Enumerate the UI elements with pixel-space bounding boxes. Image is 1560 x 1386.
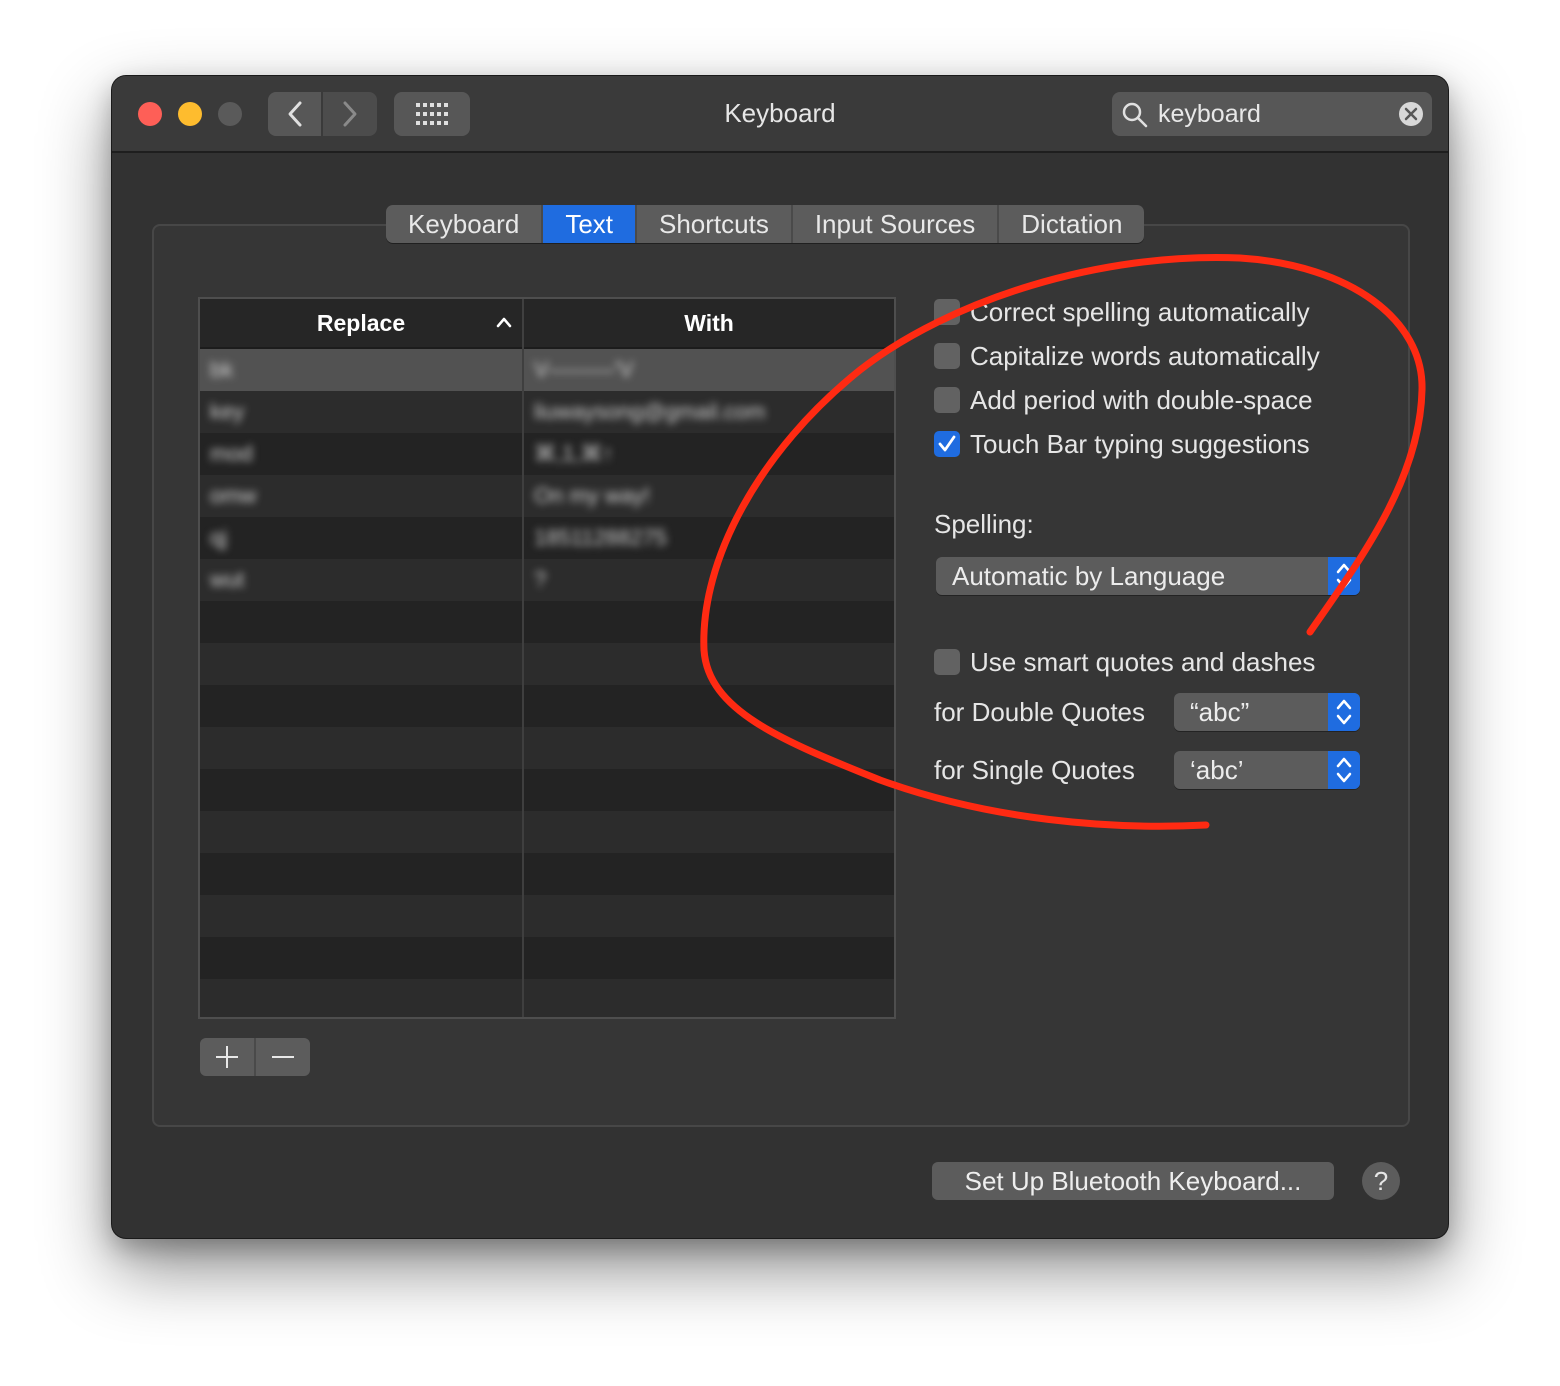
replace-cell: wut bbox=[210, 567, 245, 592]
single-quotes-label: for Single Quotes bbox=[934, 755, 1135, 785]
double-quotes-value: “abc” bbox=[1190, 697, 1250, 727]
popup-arrows bbox=[1328, 751, 1360, 789]
table-row[interactable]: key liuwaysong@gmail.com bbox=[200, 391, 894, 433]
replace-cell: bk bbox=[210, 357, 234, 382]
with-cell: On my way! bbox=[534, 483, 651, 508]
single-quotes-popup[interactable]: ‘abc’ bbox=[1174, 751, 1360, 789]
option-label: Add period with double-space bbox=[970, 384, 1313, 415]
sort-ascending-icon bbox=[496, 317, 512, 328]
up-down-chevron-icon bbox=[1336, 757, 1352, 783]
help-button[interactable]: ? bbox=[1362, 1162, 1400, 1200]
checkbox[interactable] bbox=[934, 431, 960, 457]
replace-cell: qj bbox=[210, 525, 228, 550]
empty-row bbox=[200, 601, 894, 643]
with-cell: V———'V bbox=[534, 357, 634, 382]
table-row[interactable]: omw On my way! bbox=[200, 475, 894, 517]
text-replacement-table[interactable]: Replace With bk V———'V key liuwaysong@gm… bbox=[198, 297, 896, 1019]
empty-row bbox=[200, 853, 894, 895]
with-cell: ? bbox=[534, 567, 547, 592]
with-cell: liuwaysong@gmail.com bbox=[534, 399, 766, 424]
double-quotes-label: for Double Quotes bbox=[934, 697, 1146, 727]
title-bar: Keyboard keyboard bbox=[112, 76, 1448, 153]
minus-icon bbox=[272, 1056, 294, 1058]
option-label: Capitalize words automatically bbox=[970, 340, 1320, 371]
replace-cell: omw bbox=[210, 483, 257, 508]
empty-row bbox=[200, 979, 894, 1017]
search-field[interactable]: keyboard bbox=[1112, 92, 1432, 136]
empty-row bbox=[200, 937, 894, 979]
option-label: Use smart quotes and dashes bbox=[970, 646, 1316, 677]
single-quotes-value: ‘abc’ bbox=[1190, 755, 1244, 785]
option-correct-spelling[interactable]: Correct spelling automatically bbox=[934, 296, 1310, 328]
replace-cell: key bbox=[210, 399, 245, 424]
spelling-popup-value: Automatic by Language bbox=[952, 561, 1226, 591]
option-label: Touch Bar typing suggestions bbox=[970, 428, 1310, 459]
add-remove-control bbox=[200, 1038, 310, 1076]
add-replacement-button[interactable] bbox=[200, 1038, 256, 1076]
checkbox[interactable] bbox=[934, 387, 960, 413]
search-input[interactable]: keyboard bbox=[1158, 100, 1261, 129]
empty-row bbox=[200, 811, 894, 853]
empty-row bbox=[200, 727, 894, 769]
popup-arrows bbox=[1328, 693, 1360, 731]
table-row[interactable]: qj 18511288275 bbox=[200, 517, 894, 559]
clear-search-icon[interactable] bbox=[1398, 101, 1424, 127]
setup-bluetooth-keyboard-button[interactable]: Set Up Bluetooth Keyboard... bbox=[932, 1162, 1334, 1200]
with-cell: ⌘,1,⌘↑ bbox=[534, 441, 614, 466]
plus-icon bbox=[216, 1046, 238, 1068]
empty-row bbox=[200, 643, 894, 685]
up-down-chevron-icon bbox=[1336, 563, 1352, 589]
tab-keyboard[interactable]: Keyboard bbox=[386, 205, 544, 243]
table-row[interactable]: mod ⌘,1,⌘↑ bbox=[200, 433, 894, 475]
option-touch-bar-suggestions[interactable]: Touch Bar typing suggestions bbox=[934, 428, 1310, 460]
empty-row bbox=[200, 685, 894, 727]
tab-bar: Keyboard Text Shortcuts Input Sources Di… bbox=[386, 205, 1145, 243]
popup-arrows bbox=[1328, 557, 1360, 595]
column-header-replace-label: Replace bbox=[316, 310, 406, 336]
table-row[interactable]: wut ? bbox=[200, 559, 894, 601]
checkbox[interactable] bbox=[934, 299, 960, 325]
double-quotes-popup[interactable]: “abc” bbox=[1174, 693, 1360, 731]
table-row[interactable]: bk V———'V bbox=[200, 349, 894, 391]
table-header: Replace With bbox=[200, 299, 894, 349]
checkbox[interactable] bbox=[934, 343, 960, 369]
search-icon bbox=[1122, 102, 1148, 128]
tab-dictation[interactable]: Dictation bbox=[999, 205, 1144, 243]
tab-text[interactable]: Text bbox=[543, 205, 637, 243]
replace-cell: mod bbox=[210, 441, 253, 466]
spelling-label: Spelling: bbox=[934, 509, 1034, 539]
empty-row bbox=[200, 769, 894, 811]
column-header-replace[interactable]: Replace bbox=[200, 299, 524, 347]
tab-input-sources[interactable]: Input Sources bbox=[793, 205, 1000, 243]
option-label: Correct spelling automatically bbox=[970, 296, 1310, 327]
option-smart-quotes[interactable]: Use smart quotes and dashes bbox=[934, 646, 1315, 678]
tab-shortcuts[interactable]: Shortcuts bbox=[637, 205, 793, 243]
option-double-space-period[interactable]: Add period with double-space bbox=[934, 384, 1313, 416]
remove-replacement-button[interactable] bbox=[256, 1038, 310, 1076]
spelling-popup[interactable]: Automatic by Language bbox=[936, 557, 1360, 595]
option-capitalize-words[interactable]: Capitalize words automatically bbox=[934, 340, 1320, 372]
with-cell: 18511288275 bbox=[534, 525, 667, 550]
empty-row bbox=[200, 895, 894, 937]
preferences-window: Keyboard keyboard Keyboard Text Shortcut… bbox=[112, 76, 1448, 1238]
column-divider bbox=[522, 347, 524, 1017]
column-header-with[interactable]: With bbox=[524, 299, 894, 347]
checkmark-icon bbox=[938, 435, 956, 452]
checkbox[interactable] bbox=[934, 649, 960, 675]
up-down-chevron-icon bbox=[1336, 699, 1352, 725]
